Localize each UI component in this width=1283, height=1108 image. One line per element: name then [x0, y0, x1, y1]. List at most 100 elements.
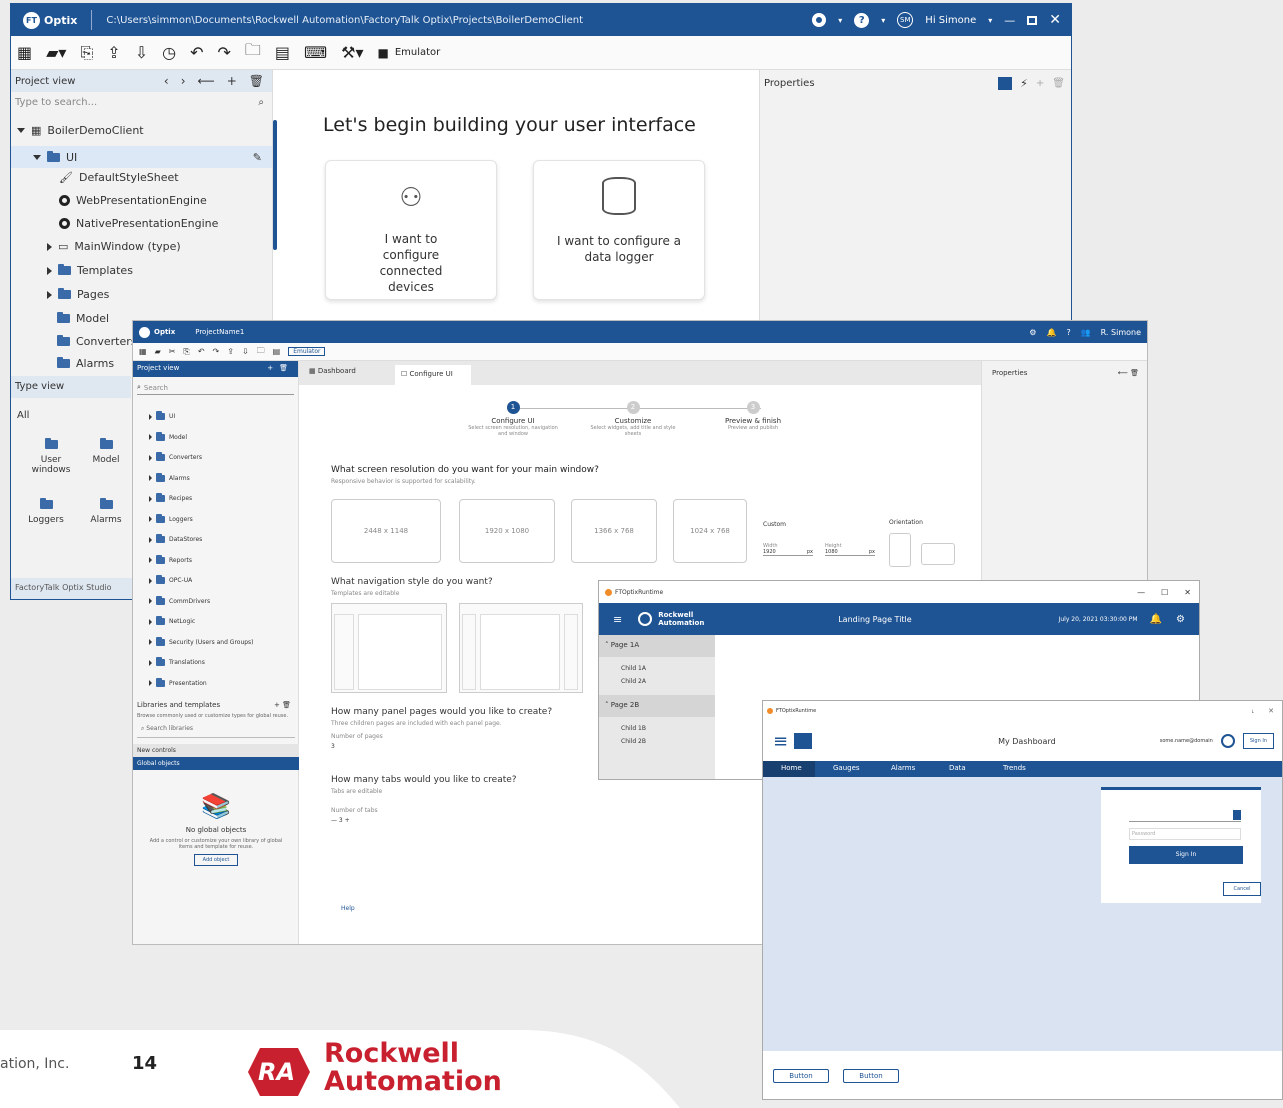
footer-button[interactable]: Button — [843, 1069, 899, 1083]
menu-icon[interactable]: ≡ — [613, 613, 622, 626]
edit-icon[interactable]: ✎ — [253, 151, 262, 164]
tree-item[interactable]: Alarms — [149, 472, 190, 482]
upload-icon[interactable]: ⇪ — [107, 43, 120, 62]
add-icon[interactable]: + — [1036, 78, 1044, 89]
orientation-portrait[interactable] — [889, 533, 911, 567]
chevron-left-icon[interactable]: ‹ — [164, 74, 169, 88]
events-icon[interactable]: ⚡ — [1020, 77, 1028, 90]
help-link[interactable]: Help — [341, 905, 355, 912]
delete-icon[interactable]: 🗑 — [1052, 78, 1065, 89]
expand-icon[interactable] — [149, 577, 152, 584]
tabs-field[interactable]: Number of tabs — 3 + — [331, 807, 378, 824]
redo-icon[interactable]: ↷ — [217, 43, 230, 62]
type-view-filter[interactable]: All — [17, 410, 29, 421]
sign-in-button[interactable]: Sign In — [1129, 846, 1243, 864]
minus-icon[interactable]: — — [331, 817, 339, 824]
save-icon[interactable]: ▰ — [155, 347, 161, 356]
expand-icon[interactable] — [149, 454, 152, 461]
collapse-icon[interactable]: ⟵ — [198, 74, 215, 88]
step[interactable]: 1 Configure UI Select screen resolution,… — [463, 401, 563, 437]
run-target-select[interactable]: Emulator — [395, 47, 440, 58]
settings-icon[interactable] — [812, 13, 827, 27]
help-icon[interactable]: ? — [1066, 328, 1070, 337]
tab-dashboard[interactable]: ▦ Dashboard — [309, 367, 356, 375]
maximize-icon[interactable] — [1027, 15, 1038, 25]
add-icon[interactable]: + — [227, 74, 237, 88]
expand-icon[interactable] — [149, 639, 152, 645]
expand-icon[interactable] — [149, 618, 152, 625]
delete-icon[interactable]: 🗑 — [249, 74, 264, 88]
tree-item[interactable]: 🖌 DefaultStyleSheet — [11, 171, 272, 184]
close-icon[interactable]: ✕ — [1049, 12, 1061, 28]
import-icon[interactable]: ⇪ — [227, 347, 234, 356]
chevron-right-icon[interactable]: › — [181, 74, 186, 88]
folder-icon[interactable]: 🗀 — [245, 39, 261, 66]
settings-icon[interactable]: ⚙ — [1029, 328, 1036, 337]
library-row[interactable]: Global objects — [133, 757, 299, 770]
nav-child[interactable]: Child 1A — [599, 657, 715, 672]
nav-child[interactable]: Child 2A — [599, 672, 715, 695]
step[interactable]: 2 Customize Select widgets, add title an… — [583, 401, 683, 437]
tab-gauges[interactable]: Gauges — [833, 764, 860, 772]
tree-item[interactable]: OPC-UA — [149, 575, 192, 584]
libraries-search[interactable]: ⌕ Search libraries — [137, 721, 295, 738]
add-icon[interactable]: ⟵ 🗑 — [1118, 369, 1139, 377]
add-icon[interactable]: + — [267, 364, 273, 374]
type-item[interactable]: Loggers — [21, 498, 71, 525]
users-icon[interactable]: 👥 — [1081, 328, 1091, 337]
password-field[interactable]: Password — [1129, 828, 1241, 840]
download-icon[interactable]: ⇩ — [135, 43, 148, 62]
configure-devices-card[interactable]: ⚇ I want to configure connected devices — [325, 160, 497, 300]
resolution-option[interactable]: 1024 x 768 — [673, 499, 747, 563]
tab-alarms[interactable]: Alarms — [891, 764, 915, 772]
notification-icon[interactable]: 🔔 — [1046, 328, 1056, 337]
expand-icon[interactable] — [149, 516, 152, 522]
redo-icon[interactable]: ↷ — [213, 347, 220, 356]
project-search[interactable]: Type to search... ⌕ — [11, 92, 272, 112]
type-item[interactable]: Model — [86, 438, 126, 465]
tree-item[interactable]: CommDrivers — [149, 595, 210, 605]
orientation-landscape[interactable] — [921, 543, 955, 565]
nav-child[interactable]: Child 1B — [599, 717, 715, 732]
scrollbar[interactable] — [273, 120, 277, 250]
undo-icon[interactable]: ↶ — [190, 43, 203, 62]
tree-item[interactable]: Templates — [11, 264, 272, 277]
expand-icon[interactable] — [149, 680, 152, 686]
resolution-option[interactable]: 1920 x 1080 — [459, 499, 555, 563]
minimize-icon[interactable]: ˪ — [1252, 707, 1254, 715]
search-input[interactable]: ⌕ Search — [137, 381, 294, 395]
search-icon[interactable]: ⌕ — [258, 97, 264, 108]
add-object-button[interactable]: Add object — [194, 854, 238, 866]
tree-item-ui[interactable]: UI ✎ — [11, 146, 272, 168]
user-avatar-icon[interactable]: SM — [897, 12, 914, 28]
type-item[interactable]: Alarms — [86, 498, 126, 525]
user-name[interactable]: R. Simone — [1101, 328, 1141, 337]
tab-trends[interactable]: Trends — [1003, 764, 1026, 772]
minimize-icon[interactable]: — — [1004, 14, 1015, 27]
history-icon[interactable]: ◷ — [162, 43, 176, 62]
tab-configure-ui[interactable]: ☐ Configure UI — [395, 365, 471, 385]
tree-item[interactable]: DataStores — [149, 534, 202, 543]
cut-icon[interactable]: ✂ — [169, 347, 176, 356]
tree-root[interactable]: ▦ BoilerDemoClient — [11, 124, 272, 137]
expand-icon[interactable] — [149, 434, 152, 440]
tree-item[interactable]: WebPresentationEngine — [11, 194, 272, 207]
tree-item[interactable]: NetLogic — [149, 616, 195, 625]
expand-icon[interactable] — [149, 475, 152, 481]
nav-template-panels[interactable] — [459, 603, 583, 693]
tab-home[interactable]: Home — [781, 764, 802, 772]
grid-icon[interactable]: ▤ — [275, 43, 290, 62]
footer-button[interactable]: Button — [773, 1069, 829, 1083]
tree-item[interactable]: Presentation — [149, 677, 207, 687]
resolution-option[interactable]: 2448 x 1148 — [331, 499, 441, 563]
tree-item[interactable]: Recipes — [149, 493, 192, 502]
expand-icon[interactable] — [149, 413, 152, 420]
settings-icon[interactable]: ⚙ — [1176, 614, 1185, 625]
close-icon[interactable]: ✕ — [1268, 707, 1274, 715]
run-target-select[interactable]: Emulator — [288, 347, 326, 356]
nav-page[interactable]: ˄ Page 2B — [599, 695, 715, 717]
chevron-down-icon[interactable]: ▾ — [838, 16, 842, 25]
panels-field[interactable]: Number of pages 3 — [331, 733, 383, 750]
chevron-down-icon[interactable]: ▾ — [881, 16, 885, 25]
type-item[interactable]: User windows — [31, 438, 71, 475]
